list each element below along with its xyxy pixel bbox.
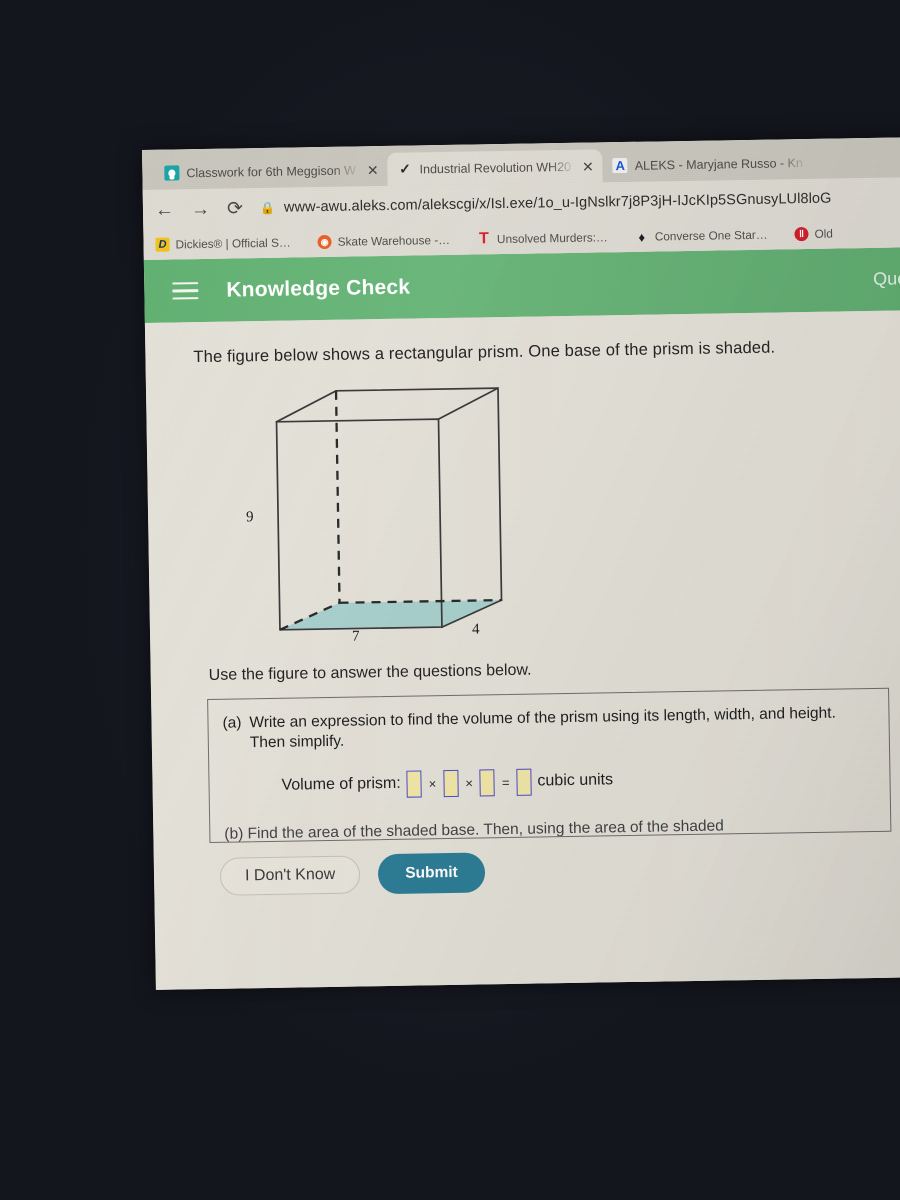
reload-icon[interactable]: ⟳ xyxy=(227,198,243,219)
volume-unit-label: cubic units xyxy=(537,771,614,790)
bookmark-label: Skate Warehouse -… xyxy=(337,232,451,249)
old-navy-icon: ‖ xyxy=(794,226,809,242)
bookmark-unsolved-murders[interactable]: T Unsolved Murders:… xyxy=(477,230,608,248)
dont-know-button[interactable]: I Don't Know xyxy=(219,855,361,896)
part-b: (b) Find the area of the shaded base. Th… xyxy=(224,817,724,843)
question-counter: Ques xyxy=(873,268,900,289)
length-label: 7 xyxy=(351,628,360,645)
hamburger-icon[interactable] xyxy=(172,281,199,300)
hidden-vertical-edge xyxy=(334,390,341,603)
prism-figure: 9 7 4 xyxy=(238,377,543,662)
volume-label: Volume of prism: xyxy=(281,774,401,794)
tee-icon: T xyxy=(478,230,490,248)
bookmark-old-navy[interactable]: ‖ Old xyxy=(794,227,833,242)
height-label: 9 xyxy=(245,509,254,526)
question-prompt: The figure below shows a rectangular pri… xyxy=(193,338,776,367)
bookmark-skate-warehouse[interactable]: ◉ Skate Warehouse -… xyxy=(317,232,451,250)
tab-title: Classwork for 6th Meggison W xyxy=(186,162,356,180)
width-label: 4 xyxy=(471,621,480,638)
volume-answer-row: Volume of prism: × × = cubic units xyxy=(281,763,873,800)
equals-operator: = xyxy=(501,774,510,790)
tab-close-icon[interactable]: ✕ xyxy=(582,158,594,174)
multiply-operator-2: × xyxy=(465,775,474,791)
volume-input-3[interactable] xyxy=(479,768,496,797)
classroom-icon xyxy=(164,165,180,181)
bookmark-label: Dickies® | Official S… xyxy=(175,235,291,252)
submit-button[interactable]: Submit xyxy=(377,852,486,895)
tab-title: Industrial Revolution WH20 xyxy=(419,159,572,176)
aleks-a-icon: A xyxy=(612,157,628,174)
lock-icon: 🔒 xyxy=(259,200,276,216)
browser-window: Classwork for 6th Meggison W ✕ ✓ Industr… xyxy=(142,136,900,990)
address-bar[interactable]: 🔒 www-awu.aleks.com/alekscgi/x/Isl.exe/1… xyxy=(260,189,900,216)
front-face-edges xyxy=(275,418,443,631)
back-icon[interactable]: ← xyxy=(155,199,174,220)
top-face-edges xyxy=(275,387,499,423)
bookmark-label: Converse One Star… xyxy=(654,227,768,244)
bookmark-label: Old xyxy=(814,226,834,241)
forward-icon[interactable]: → xyxy=(191,198,210,219)
part-a-text: Write an expression to find the volume o… xyxy=(249,704,836,752)
check-circle-icon: ✓ xyxy=(399,160,412,177)
dickies-icon: D xyxy=(155,237,170,252)
browser-chrome: Classwork for 6th Meggison W ✕ ✓ Industr… xyxy=(142,136,900,260)
bookmark-label: Unsolved Murders:… xyxy=(496,230,608,247)
tab-classwork[interactable]: Classwork for 6th Meggison W ✕ xyxy=(154,153,388,190)
volume-input-1[interactable] xyxy=(406,770,422,798)
part-a: (a) Write an expression to find the volu… xyxy=(222,703,873,753)
skate-warehouse-icon: ◉ xyxy=(317,234,332,250)
prism-svg xyxy=(275,387,503,631)
tab-close-icon[interactable]: ✕ xyxy=(367,162,379,178)
volume-input-2[interactable] xyxy=(443,769,459,797)
action-buttons: I Don't Know Submit xyxy=(219,845,900,896)
page-title: Knowledge Check xyxy=(226,275,411,302)
right-back-vertical xyxy=(497,387,503,601)
bookmark-dickies[interactable]: D Dickies® | Official S… xyxy=(155,235,291,252)
volume-result-input[interactable] xyxy=(516,768,532,796)
question-page: The figure below shows a rectangular pri… xyxy=(144,309,900,990)
tab-title: ALEKS - Maryjane Russo - Kn xyxy=(634,155,803,173)
converse-star-icon: ♦ xyxy=(638,229,646,245)
answer-box: (a) Write an expression to find the volu… xyxy=(207,687,892,843)
tab-industrial-revolution[interactable]: ✓ Industrial Revolution WH20 ✕ xyxy=(387,149,604,186)
bookmark-converse-one-star[interactable]: ♦ Converse One Star… xyxy=(635,227,768,245)
tab-aleks[interactable]: A ALEKS - Maryjane Russo - Kn xyxy=(603,146,813,182)
url-text: www-awu.aleks.com/alekscgi/x/Isl.exe/1o_… xyxy=(283,190,832,216)
part-a-letter: (a) xyxy=(222,714,242,732)
multiply-operator-1: × xyxy=(428,775,437,791)
